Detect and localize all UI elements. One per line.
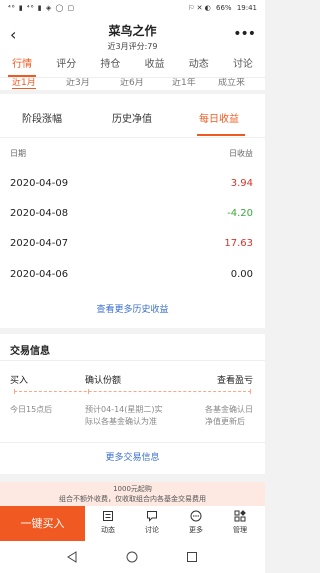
row-date-4: 2020-04-06 [10, 269, 69, 280]
page-subtitle: 近3月评分:79 [107, 42, 158, 51]
status-right: ⚐ ✕ ◐ 66% 19:41 [185, 4, 257, 12]
bar-label-discussion: 讨论 [145, 526, 159, 534]
tab-returns[interactable]: 收益 [133, 54, 177, 77]
bar-label-manage: 管理 [233, 526, 247, 534]
step-buy-label: 买入 [10, 376, 29, 386]
subtab-nav-history[interactable]: 历史净值 [112, 110, 152, 125]
fee-notice: 1000元起购 组合不额外收费，仅收取组合内各基金交易费用 [0, 482, 265, 506]
row-value-1: 3.94 [230, 178, 253, 189]
step-buy-desc-line1: 今日15点后 [10, 405, 53, 414]
more-trade-info-link[interactable]: 更多交易信息 [0, 450, 265, 463]
header: ‹ 菜鸟之作 近3月评分:79 ••• [0, 18, 265, 54]
step-pnl-label: 查看盈亏 [216, 376, 253, 386]
row-date-2: 2020-04-08 [10, 208, 69, 219]
tab-market[interactable]: 行情 [0, 54, 44, 77]
step-confirm-desc: 预计04-14(星期二)实 际以各基金确认为准 [85, 404, 163, 428]
more-dots-icon [190, 510, 202, 522]
status-icons: ⚐ ✕ ◐ [188, 4, 211, 12]
timeline-tick [250, 389, 251, 394]
trade-info-panel: 交易信息 买入 确认份额 查看盈亏 今日15点后 预计04-14(星期二)实 际… [0, 334, 265, 474]
tab-score[interactable]: 评分 [44, 54, 88, 77]
tab-updates[interactable]: 动态 [177, 54, 221, 77]
bar-label-updates: 动态 [101, 526, 115, 534]
period-since-inception[interactable]: 成立来 [218, 78, 245, 88]
step-pnl-desc-line2: 净值更新后 [205, 417, 245, 426]
one-click-buy-button[interactable]: 一键买入 [0, 506, 85, 541]
main-tabs: 行情 评分 持仓 收益 动态 讨论 [0, 54, 265, 78]
col-value-header: 日收益 [229, 149, 253, 158]
period-6m[interactable]: 近6月 [120, 78, 144, 88]
page-title: 菜鸟之作 [108, 24, 157, 38]
subtab-daily-return[interactable]: 每日收益 [199, 110, 239, 125]
divider [0, 442, 265, 443]
trade-info-title: 交易信息 [10, 346, 50, 357]
timeline-tick [88, 389, 89, 394]
row-date-1: 2020-04-09 [10, 178, 69, 189]
row-date-3: 2020-04-07 [10, 238, 69, 249]
period-1m[interactable]: 近1月 [12, 78, 36, 89]
list-icon [103, 511, 113, 521]
bar-item-more[interactable]: 更多 [176, 510, 216, 535]
row-value-4: 0.00 [230, 269, 253, 280]
signal-icons: ⁴⁶ ▮ ⁴⁶ ▮ ◈ ◯ ▢ [8, 4, 76, 12]
min-purchase-text: 1000元起购 [113, 485, 152, 493]
grid-icon [234, 510, 246, 522]
clock: 19:41 [236, 4, 257, 12]
bottom-action-bar: 一键买入 动态 讨论 更多 管理 [0, 506, 265, 541]
bar-item-manage[interactable]: 管理 [220, 510, 260, 535]
chat-icon [147, 511, 157, 522]
subtab-stage-return[interactable]: 阶段涨幅 [22, 110, 62, 125]
battery-level: 66% [216, 4, 232, 12]
bar-item-discussion[interactable]: 讨论 [132, 510, 172, 535]
bar-item-updates[interactable]: 动态 [88, 510, 128, 535]
more-menu-icon[interactable]: ••• [233, 26, 256, 42]
period-selector: 近1月 近3月 近6月 近1年 成立来 [0, 78, 265, 90]
row-value-3: 17.63 [224, 238, 253, 249]
tab-holdings[interactable]: 持仓 [88, 54, 132, 77]
returns-subtabs: 阶段涨幅 历史净值 每日收益 [0, 94, 265, 138]
nav-recents-icon[interactable] [186, 551, 198, 563]
timeline-tick [14, 389, 15, 394]
title-wrap: 菜鸟之作 近3月评分:79 [0, 22, 265, 52]
period-3m[interactable]: 近3月 [66, 78, 90, 88]
period-1y[interactable]: 近1年 [172, 78, 196, 88]
nav-home-icon[interactable] [126, 551, 138, 563]
step-pnl-desc-line1: 各基金确认日 [205, 405, 253, 414]
step-confirm-desc-line1: 预计04-14(星期二)实 [85, 405, 163, 414]
tab-discussion[interactable]: 讨论 [221, 54, 265, 77]
step-pnl-desc: 各基金确认日 净值更新后 [205, 404, 253, 428]
fee-description: 组合不额外收费，仅收取组合内各基金交易费用 [59, 495, 206, 503]
step-confirm-label: 确认份额 [85, 376, 122, 386]
system-nav-bar [0, 541, 265, 573]
subtab-indicator [197, 134, 245, 136]
nav-back-icon[interactable] [66, 551, 78, 563]
col-date-header: 日期 [10, 149, 26, 158]
row-value-2: -4.20 [227, 208, 253, 219]
bar-label-more: 更多 [189, 526, 203, 534]
more-history-link[interactable]: 查看更多历史收益 [0, 302, 265, 315]
returns-panel: 阶段涨幅 历史净值 每日收益 日期 日收益 2020-04-09 3.94 20… [0, 94, 265, 328]
step-confirm-desc-line2: 际以各基金确认为准 [85, 417, 157, 426]
divider [0, 360, 265, 361]
step-buy-desc: 今日15点后 [10, 404, 52, 416]
status-bar: ⁴⁶ ▮ ⁴⁶ ▮ ◈ ◯ ▢ ⚐ ✕ ◐ 66% 19:41 [0, 0, 265, 18]
trade-timeline [14, 391, 251, 392]
